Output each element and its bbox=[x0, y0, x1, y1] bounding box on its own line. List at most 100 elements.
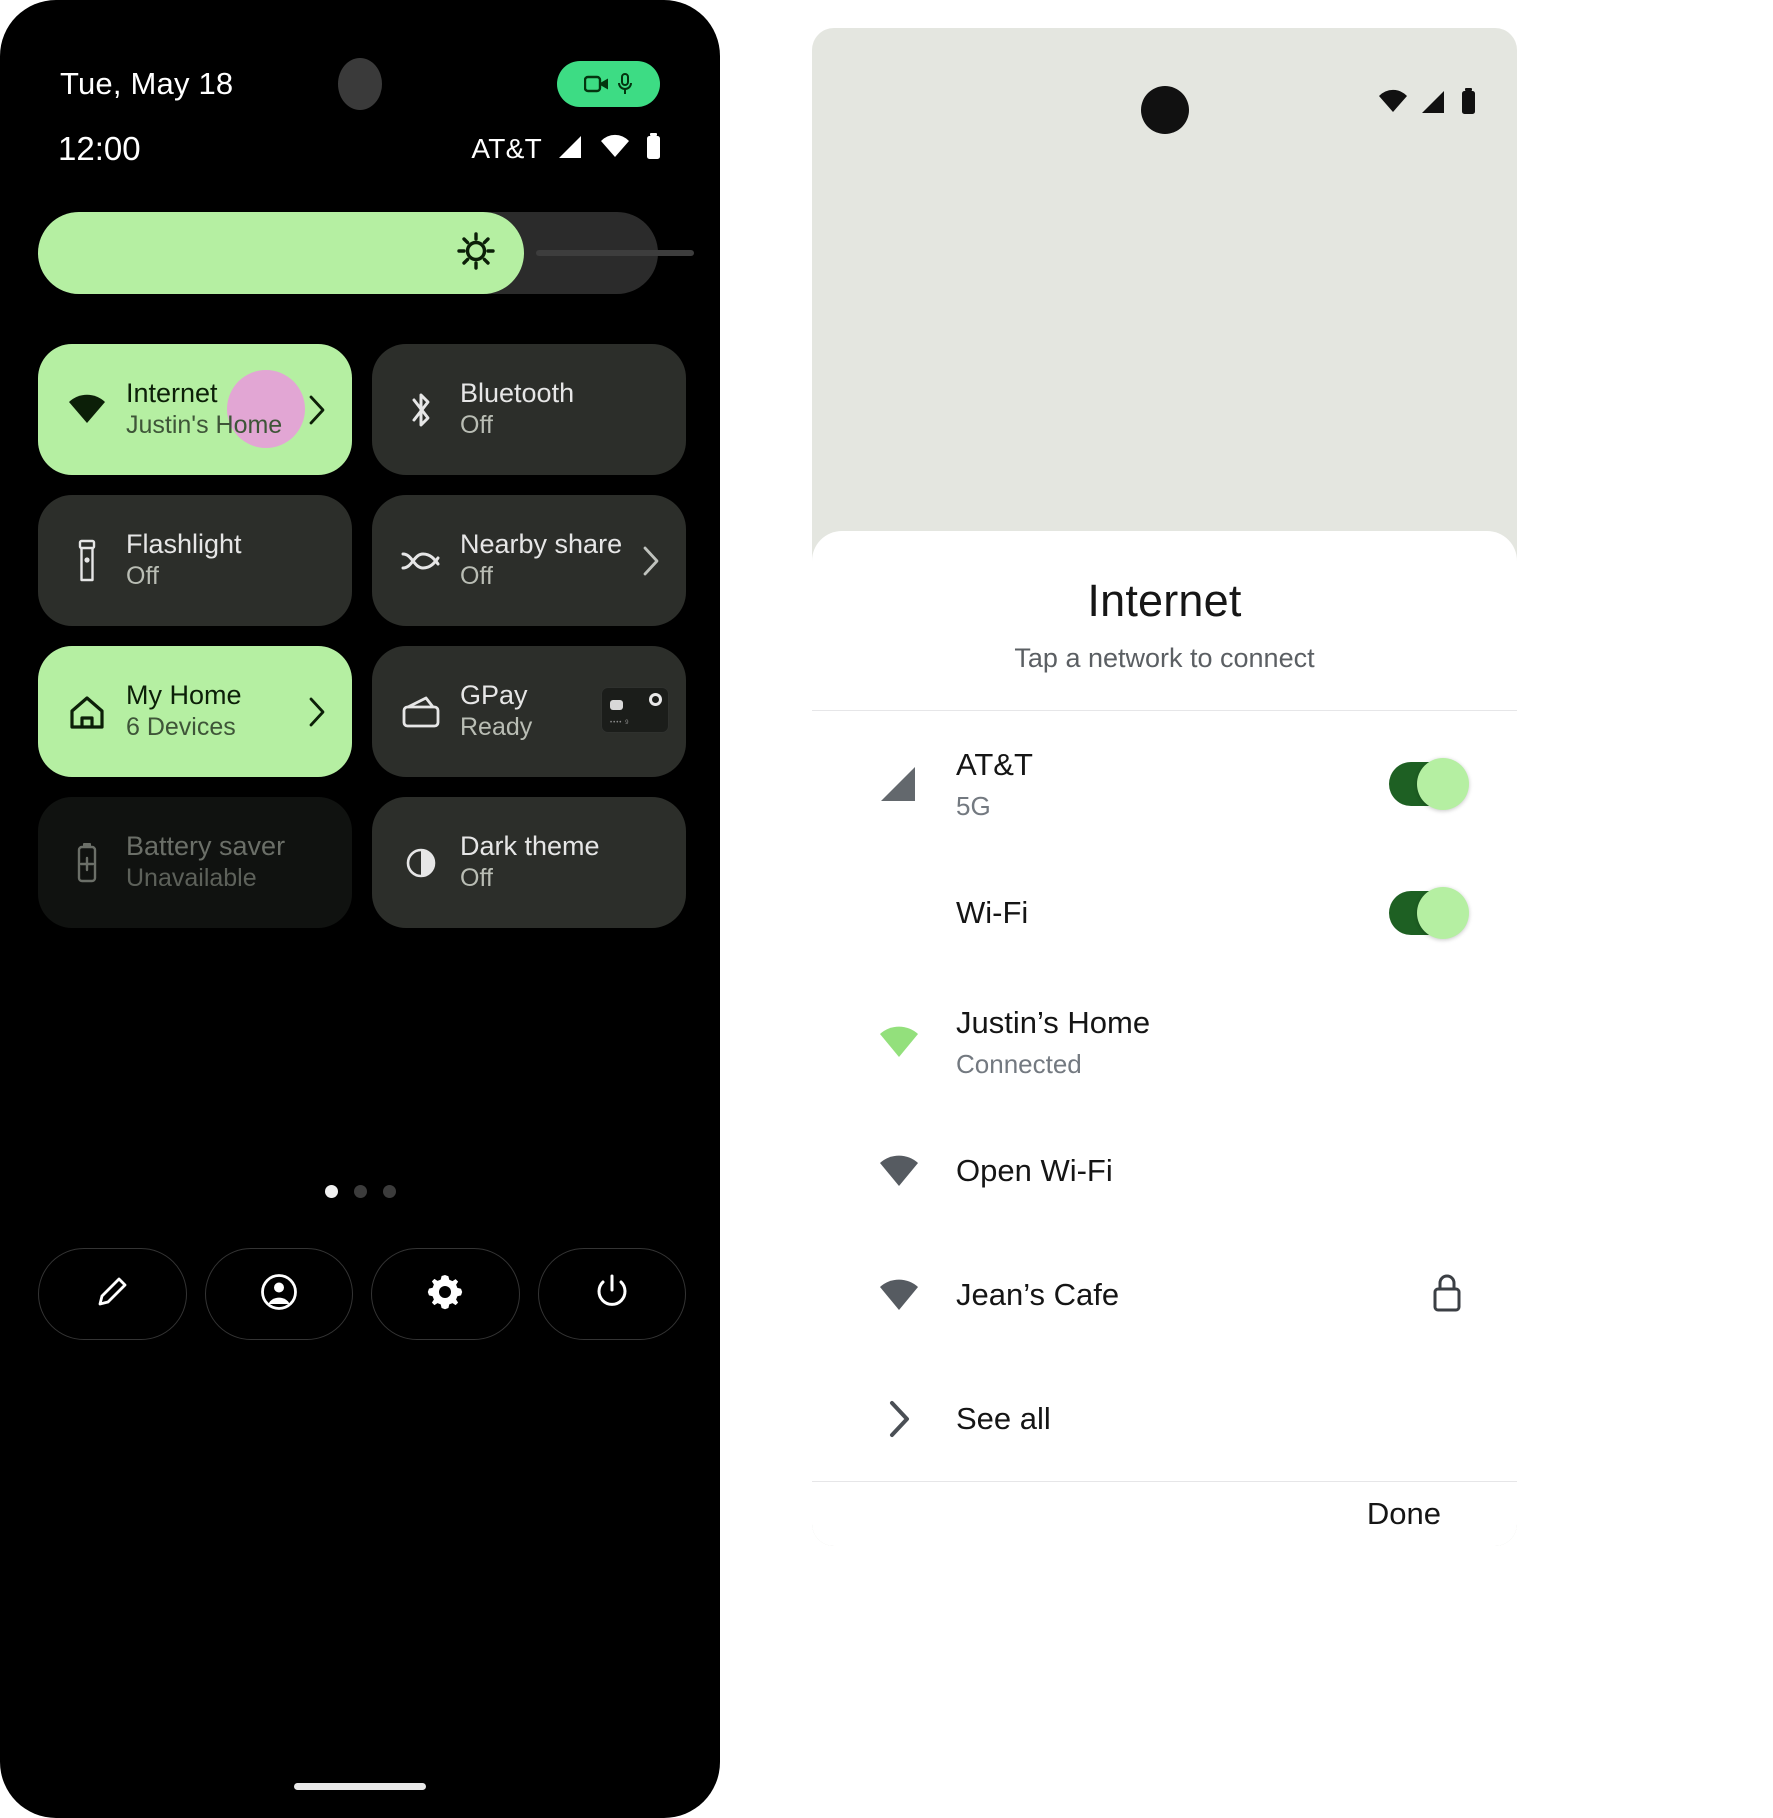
cellular-signal-icon bbox=[868, 761, 930, 807]
page-dot-2[interactable] bbox=[353, 1185, 367, 1198]
network-row-jeans-cafe[interactable]: Jean’s Cafe bbox=[812, 1233, 1517, 1357]
battery-icon bbox=[645, 133, 662, 165]
chevron-right-icon[interactable] bbox=[638, 545, 664, 577]
status-bar-system-icons bbox=[1378, 88, 1477, 120]
status-bar-system-icons: AT&T bbox=[471, 133, 662, 165]
chevron-right-icon[interactable] bbox=[304, 394, 330, 426]
status-bar-clock: 12:00 bbox=[58, 130, 141, 167]
user-switcher-button[interactable] bbox=[204, 1248, 353, 1340]
tile-subtitle: Off bbox=[460, 863, 493, 892]
tile-battery-saver: Battery saver Unavailable bbox=[38, 797, 352, 928]
page-dot-1[interactable] bbox=[324, 1185, 338, 1198]
brightness-remaining-track bbox=[536, 250, 694, 256]
power-button[interactable] bbox=[537, 1248, 686, 1340]
network-row-wifi-master[interactable]: Wi-Fi bbox=[812, 851, 1517, 975]
page-dot-3[interactable] bbox=[382, 1185, 396, 1198]
network-row-text: Jean’s Cafe bbox=[956, 1276, 1395, 1313]
network-row-text: Wi-Fi bbox=[956, 894, 1389, 931]
network-row-open-wifi[interactable]: Open Wi-Fi bbox=[812, 1109, 1517, 1233]
quick-settings-footer bbox=[38, 1248, 686, 1340]
network-row-trailing bbox=[1389, 758, 1469, 810]
network-row-att[interactable]: AT&T 5G bbox=[812, 717, 1517, 851]
tile-flashlight-text: Flashlight Off bbox=[126, 529, 330, 592]
network-row-text: See all bbox=[956, 1400, 1395, 1437]
tile-subtitle: Off bbox=[460, 561, 493, 590]
tile-dark-theme[interactable]: Dark theme Off bbox=[372, 797, 686, 928]
toggle-knob bbox=[1417, 887, 1469, 939]
wallet-icon bbox=[398, 695, 444, 729]
tile-title: Nearby share bbox=[460, 528, 623, 559]
network-row-justins-home[interactable]: Justin’s Home Connected bbox=[812, 975, 1517, 1109]
tile-title: Battery saver bbox=[126, 830, 286, 861]
page-subtitle: Tap a network to connect bbox=[1014, 643, 1315, 673]
brightness-icon bbox=[456, 231, 496, 276]
flashlight-icon bbox=[64, 539, 110, 583]
status-bar-second-row: 12:00 AT&T bbox=[0, 118, 720, 180]
video-camera-icon bbox=[584, 74, 610, 94]
battery-icon bbox=[1460, 88, 1477, 120]
wifi-icon bbox=[868, 1151, 930, 1191]
tile-subtitle: Off bbox=[126, 561, 159, 590]
toggle-knob bbox=[1417, 758, 1469, 810]
tile-nearby-share[interactable]: Nearby share Off bbox=[372, 495, 686, 626]
tile-title: Flashlight bbox=[126, 528, 242, 559]
chevron-right-icon bbox=[868, 1398, 930, 1440]
wifi-icon-connected bbox=[868, 1022, 930, 1062]
tile-my-home[interactable]: My Home 6 Devices bbox=[38, 646, 352, 777]
tile-flashlight[interactable]: Flashlight Off bbox=[38, 495, 352, 626]
quick-settings-tile-grid: Internet Justin's Home Bluetooth Off Fla… bbox=[38, 344, 686, 928]
chevron-right-icon[interactable] bbox=[304, 696, 330, 728]
network-name: Open Wi-Fi bbox=[956, 1153, 1113, 1189]
tile-subtitle: 6 Devices bbox=[126, 712, 236, 741]
mobile-data-toggle[interactable] bbox=[1389, 758, 1469, 810]
network-row-text: AT&T 5G bbox=[956, 746, 1389, 821]
home-icon bbox=[64, 692, 110, 732]
network-row-text: Justin’s Home Connected bbox=[956, 1004, 1395, 1079]
gear-icon bbox=[425, 1272, 465, 1317]
tile-bluetooth[interactable]: Bluetooth Off bbox=[372, 344, 686, 475]
wifi-icon bbox=[64, 393, 110, 427]
brightness-fill bbox=[38, 212, 524, 294]
tile-internet-text: Internet Justin's Home bbox=[126, 378, 304, 441]
settings-button[interactable] bbox=[371, 1248, 520, 1340]
tile-my-home-text: My Home 6 Devices bbox=[126, 680, 304, 743]
wifi-icon bbox=[1378, 89, 1408, 120]
tile-gpay-text: GPay Ready bbox=[460, 680, 664, 743]
cellular-signal-icon bbox=[1420, 89, 1448, 120]
page-title: Internet bbox=[1087, 575, 1242, 626]
tile-subtitle: Off bbox=[460, 410, 493, 439]
tile-subtitle: Ready bbox=[460, 712, 533, 741]
status-bar-date: Tue, May 18 bbox=[60, 66, 234, 101]
network-list: AT&T 5G Wi-Fi Justin’s Home Connected Op… bbox=[812, 711, 1517, 1481]
navigation-handle[interactable] bbox=[294, 1783, 426, 1790]
network-name: Justin’s Home bbox=[956, 1005, 1151, 1041]
cellular-signal-icon bbox=[557, 134, 585, 165]
sheet-footer: Done bbox=[812, 1481, 1517, 1546]
nearby-share-icon bbox=[398, 546, 444, 576]
account-circle-icon bbox=[259, 1272, 299, 1317]
done-button[interactable]: Done bbox=[1349, 1482, 1459, 1546]
privacy-indicator-chip[interactable] bbox=[557, 61, 660, 107]
tile-gpay[interactable]: GPay Ready •••• 9 bbox=[372, 646, 686, 777]
network-status: 5G bbox=[956, 790, 991, 821]
network-row-see-all[interactable]: See all bbox=[812, 1357, 1517, 1481]
wifi-toggle[interactable] bbox=[1389, 887, 1469, 939]
network-row-trailing bbox=[1395, 1271, 1465, 1320]
edit-tiles-button[interactable] bbox=[38, 1248, 187, 1340]
network-row-trailing bbox=[1389, 887, 1469, 939]
page-indicator bbox=[0, 1185, 720, 1198]
tile-dark-theme-text: Dark theme Off bbox=[460, 831, 664, 894]
battery-saver-icon bbox=[64, 842, 110, 884]
tile-nearby-share-text: Nearby share Off bbox=[460, 529, 638, 592]
wifi-icon bbox=[600, 134, 630, 165]
tile-internet[interactable]: Internet Justin's Home bbox=[38, 344, 352, 475]
see-all-label: See all bbox=[956, 1401, 1051, 1437]
network-name: Jean’s Cafe bbox=[956, 1277, 1120, 1313]
power-icon bbox=[594, 1273, 630, 1316]
brightness-slider[interactable] bbox=[38, 212, 694, 294]
lock-icon bbox=[1429, 1271, 1465, 1320]
tile-subtitle: Justin's Home bbox=[126, 410, 283, 439]
dark-theme-icon bbox=[398, 844, 444, 882]
status-bar bbox=[812, 28, 1517, 138]
bluetooth-icon bbox=[398, 388, 444, 432]
